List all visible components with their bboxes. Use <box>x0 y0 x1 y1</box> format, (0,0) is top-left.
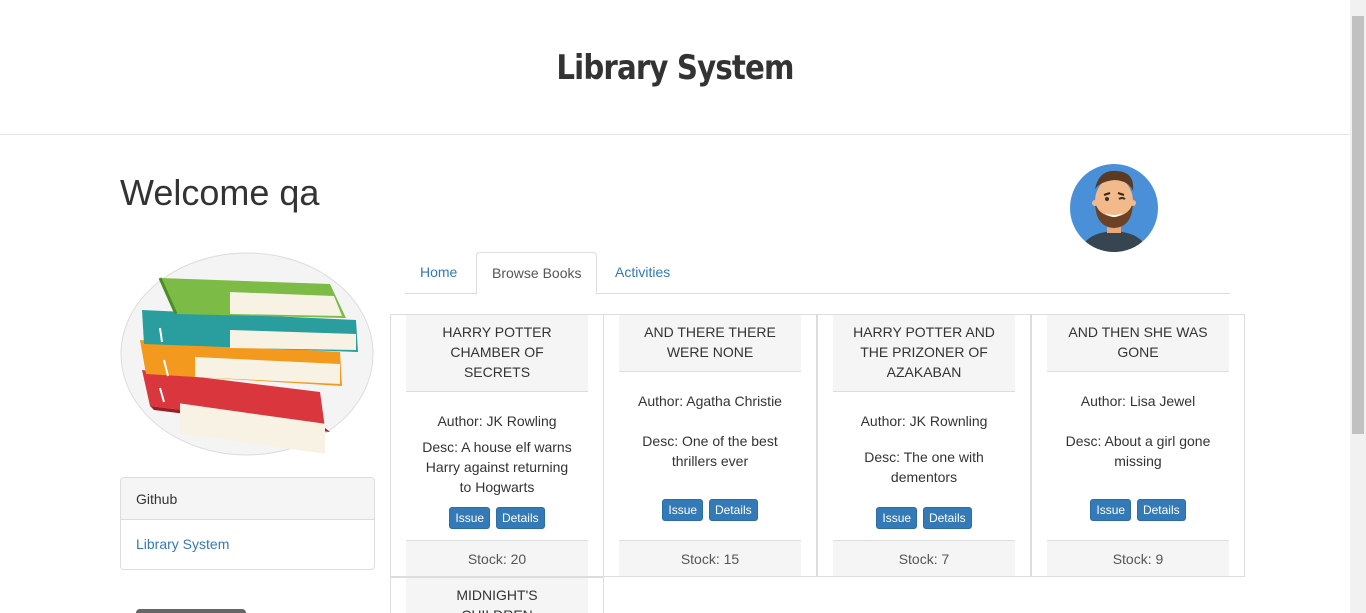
book-stock: Stock: 7 <box>833 540 1015 576</box>
book-actions: Issue Details <box>818 507 1030 529</box>
tab-browse-books[interactable]: Browse Books <box>476 252 598 295</box>
partial-button[interactable] <box>136 609 246 613</box>
details-button[interactable]: Details <box>495 507 545 529</box>
books-stack-image <box>120 252 374 456</box>
scrollbar-thumb[interactable] <box>1352 16 1364 434</box>
site-header: Library System <box>0 0 1350 135</box>
github-repo-link[interactable]: Library System <box>136 536 229 552</box>
issue-button[interactable]: Issue <box>662 499 704 521</box>
book-card: HARRY POTTER CHAMBER OF SECRETS Author: … <box>390 314 604 577</box>
details-button[interactable]: Details <box>1136 499 1186 521</box>
book-title: HARRY POTTER CHAMBER OF SECRETS <box>406 315 588 392</box>
github-panel-heading: Github <box>121 478 374 520</box>
book-description: Desc: A house elf warns Harry against re… <box>422 439 572 495</box>
welcome-heading: Welcome qa <box>120 172 320 213</box>
user-avatar <box>1070 164 1158 252</box>
book-author: Author: JK Rowling <box>437 413 557 429</box>
nav-tabs: Home Browse Books Activities <box>405 252 1230 295</box>
book-actions: Issue Details <box>391 507 603 529</box>
tab-home[interactable]: Home <box>405 252 472 294</box>
book-card: AND THEN SHE WAS GONE Author: Lisa Jewel… <box>1031 314 1245 577</box>
github-panel: Github Library System <box>120 477 375 570</box>
details-button[interactable]: Details <box>708 499 758 521</box>
book-title: HARRY POTTER AND THE PRIZONER OF AZAKABA… <box>833 315 1015 392</box>
book-title: AND THEN SHE WAS GONE <box>1047 315 1229 372</box>
book-actions: Issue Details <box>1032 499 1244 521</box>
book-stock: Stock: 20 <box>406 540 588 576</box>
book-author: Author: JK Rownling <box>860 413 988 429</box>
github-panel-body: Library System <box>121 520 374 568</box>
issue-button[interactable]: Issue <box>1090 499 1132 521</box>
book-actions: Issue Details <box>604 499 816 521</box>
book-card: MIDNIGHT'S CHILDREN <box>390 577 604 613</box>
site-title: Library System <box>556 48 794 88</box>
tab-activities[interactable]: Activities <box>600 252 685 294</box>
details-button[interactable]: Details <box>922 507 972 529</box>
page-scrollbar[interactable] <box>1350 0 1366 613</box>
book-title: MIDNIGHT'S CHILDREN <box>406 578 588 613</box>
book-stock: Stock: 15 <box>619 540 801 576</box>
book-author: Author: Agatha Christie <box>638 393 782 409</box>
book-description: Desc: The one with dementors <box>864 449 984 485</box>
book-stock: Stock: 9 <box>1047 540 1229 576</box>
book-author: Author: Lisa Jewel <box>1080 393 1196 409</box>
book-description: Desc: One of the best thrillers ever <box>642 433 778 469</box>
issue-button[interactable]: Issue <box>876 507 918 529</box>
book-card: HARRY POTTER AND THE PRIZONER OF AZAKABA… <box>817 314 1031 577</box>
book-title: AND THERE THERE WERE NONE <box>619 315 801 372</box>
book-card: AND THERE THERE WERE NONE Author: Agatha… <box>603 314 817 577</box>
book-description: Desc: About a girl gone missing <box>1065 433 1211 469</box>
issue-button[interactable]: Issue <box>449 507 491 529</box>
